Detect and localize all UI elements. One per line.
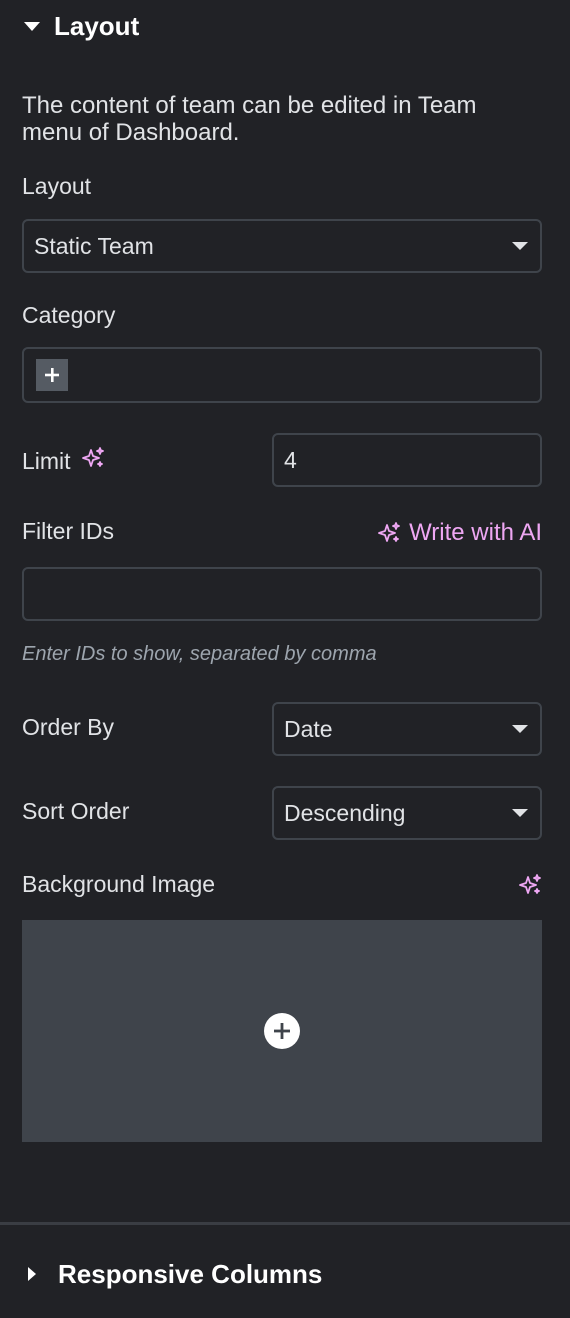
- layout-label: Layout: [22, 173, 92, 199]
- sort-order-select-value: Descending: [284, 799, 406, 826]
- settings-panel: Layout The content of team can be edited…: [0, 0, 570, 1318]
- limit-input[interactable]: 4: [272, 433, 542, 487]
- caret-down-icon: [24, 21, 40, 31]
- background-image-label: Background Image: [22, 871, 216, 897]
- order-by-label: Order By: [22, 714, 115, 740]
- section-toggle-layout[interactable]: Layout: [22, 8, 139, 44]
- layout-select[interactable]: Static Team: [22, 219, 542, 273]
- section-description: The content of team can be edited in Tea…: [22, 92, 477, 146]
- write-with-ai-label: Write with AI: [409, 519, 542, 546]
- ai-sparkle-icon[interactable]: [81, 446, 105, 476]
- plus-icon: [45, 368, 59, 382]
- limit-label-row: Limit: [22, 446, 105, 476]
- limit-label: Limit: [22, 447, 71, 474]
- ai-sparkle-icon: [378, 522, 400, 542]
- filter-ids-hint: Enter IDs to show, separated by comma: [22, 643, 377, 665]
- category-label: Category: [22, 302, 116, 328]
- sort-order-label: Sort Order: [22, 798, 130, 824]
- add-category-button[interactable]: [36, 359, 68, 391]
- layout-select-value: Static Team: [34, 232, 154, 259]
- filter-ids-label: Filter IDs: [22, 518, 114, 544]
- caret-right-icon: [28, 1267, 36, 1281]
- add-image-icon: [264, 1013, 300, 1049]
- section-title-responsive: Responsive Columns: [58, 1258, 323, 1289]
- section-divider: [0, 1222, 570, 1225]
- section-toggle-responsive-columns[interactable]: Responsive Columns: [22, 1256, 322, 1292]
- section-title: Layout: [54, 10, 140, 41]
- write-with-ai-button[interactable]: Write with AI: [377, 516, 542, 550]
- chevron-down-icon: [512, 809, 528, 817]
- filter-ids-input[interactable]: [22, 567, 542, 621]
- sort-order-select[interactable]: Descending: [272, 786, 542, 840]
- chevron-down-icon: [512, 242, 528, 250]
- limit-input-value: 4: [284, 446, 297, 473]
- ai-sparkle-icon[interactable]: [518, 873, 542, 902]
- category-select[interactable]: [22, 347, 542, 403]
- order-by-select-value: Date: [284, 715, 333, 742]
- chevron-down-icon: [512, 725, 528, 733]
- order-by-select[interactable]: Date: [272, 702, 542, 756]
- background-image-picker[interactable]: [22, 920, 542, 1142]
